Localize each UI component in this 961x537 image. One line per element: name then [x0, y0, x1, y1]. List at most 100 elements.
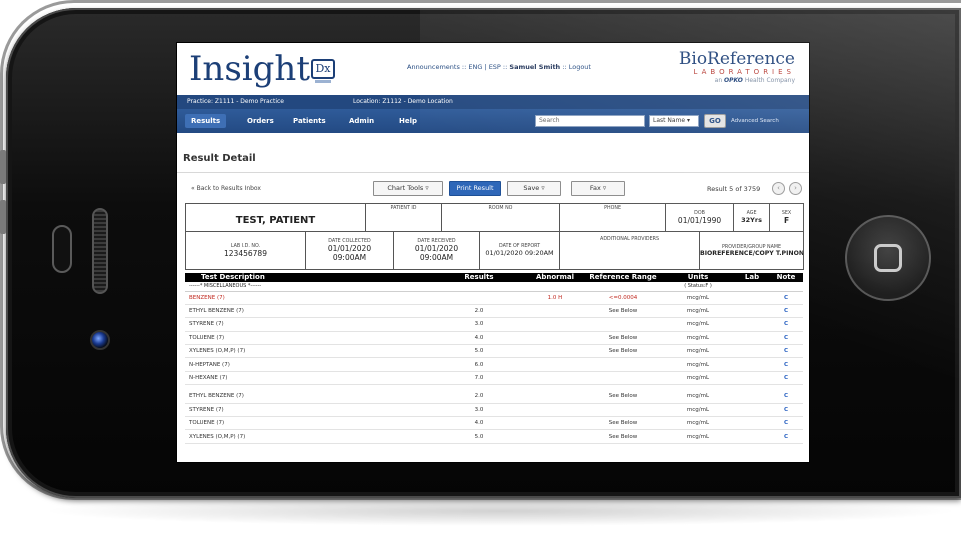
- col-note[interactable]: Note: [769, 273, 803, 282]
- result-row[interactable]: STYRENE (7) 3.0 mcg/mL C: [185, 317, 803, 332]
- test-description: TOLUENE (7): [185, 331, 433, 346]
- section-status: ( Status:F ): [661, 282, 735, 292]
- col-abnormal[interactable]: Abnormal: [525, 273, 585, 282]
- user-name: Samuel Smith: [509, 63, 561, 71]
- additional-providers-label: ADDITIONAL PROVIDERS: [600, 237, 660, 242]
- home-button[interactable]: [845, 215, 931, 301]
- abnormal-flag: 1.0 H: [525, 291, 585, 305]
- result-count: Result 5 of 3759: [707, 185, 761, 193]
- chart-tools-button[interactable]: Chart Tools ▿: [373, 181, 443, 196]
- reference-range: [585, 317, 661, 332]
- col-lab[interactable]: Lab: [735, 273, 769, 282]
- date-received-time: 09:00AM: [419, 253, 454, 262]
- logout-link[interactable]: :: Logout: [562, 63, 591, 71]
- result-row[interactable]: N-HEPTANE (7) 6.0 mcg/mL C: [185, 357, 803, 372]
- brand-sub: LABORATORIES: [693, 68, 795, 76]
- date-received-date: 01/01/2020: [414, 244, 459, 253]
- result-row[interactable]: ETHYL BENZENE (7) 2.0 See Below mcg/mL C: [185, 389, 803, 404]
- print-result-button[interactable]: Print Result: [449, 181, 501, 196]
- age-value: 32Yrs: [741, 216, 762, 224]
- next-result-icon[interactable]: ›: [789, 182, 802, 195]
- nav-results[interactable]: Results: [185, 114, 227, 128]
- brand-tag-suffix: Health Company: [744, 77, 795, 84]
- insight-logo[interactable]: Insight: [189, 49, 310, 89]
- note-link[interactable]: C: [769, 304, 803, 319]
- lab: [735, 389, 769, 404]
- note-link[interactable]: C: [769, 371, 803, 386]
- result-row[interactable]: TOLUENE (7) 4.0 See Below mcg/mL C: [185, 416, 803, 431]
- title-row: Result Detail: [177, 147, 809, 173]
- units: mcg/mL: [661, 371, 735, 386]
- result-row[interactable]: N-HEXANE (7) 7.0 mcg/mL C: [185, 371, 803, 386]
- bioreference-logo: BioReference LABORATORIES an OPKO Health…: [679, 49, 795, 84]
- nav-patients[interactable]: Patients: [293, 114, 326, 128]
- section-label: ------* MISCELLANEOUS *------: [185, 282, 433, 292]
- back-to-inbox-link[interactable]: « Back to Results Inbox: [191, 185, 261, 192]
- section-empty-cell: [585, 282, 661, 292]
- lab: [735, 357, 769, 372]
- reference-range: See Below: [585, 304, 661, 319]
- lab-id-value: 123456789: [224, 248, 267, 258]
- nav-help[interactable]: Help: [399, 114, 417, 128]
- abnormal-flag: [525, 429, 585, 444]
- go-button[interactable]: GO: [704, 114, 726, 128]
- col-test-description[interactable]: Test Description: [185, 273, 433, 282]
- note-link[interactable]: C: [769, 416, 803, 431]
- reference-range: See Below: [585, 429, 661, 444]
- lab: [735, 304, 769, 319]
- col-results[interactable]: Results: [433, 273, 525, 282]
- prev-result-icon[interactable]: ‹: [772, 182, 785, 195]
- result-row[interactable]: BENZENE (7) 1.0 H <=0.0004 mcg/mL C: [185, 291, 803, 305]
- test-description: ETHYL BENZENE (7): [185, 304, 433, 319]
- test-description: N-HEXANE (7): [185, 371, 433, 386]
- note-link[interactable]: C: [769, 344, 803, 359]
- app-screen: Insight Dx Announcements :: ENG | ESP ::…: [176, 42, 810, 463]
- phone-shadow: [40, 496, 961, 526]
- location-value[interactable]: Z1112 - Demo Location: [382, 98, 452, 105]
- result-value: 5.0: [433, 429, 525, 444]
- top-links: Announcements :: ENG | ESP :: Samuel Smi…: [407, 63, 591, 71]
- note-link[interactable]: C: [769, 357, 803, 372]
- search-input[interactable]: Search: [535, 115, 645, 127]
- note-link[interactable]: C: [769, 429, 803, 444]
- abnormal-flag: [525, 371, 585, 386]
- units: mcg/mL: [661, 403, 735, 418]
- col-reference-range[interactable]: Reference Range: [585, 273, 661, 282]
- reference-range: See Below: [585, 344, 661, 359]
- announcements-links[interactable]: Announcements :: ENG | ESP ::: [407, 63, 507, 71]
- result-row[interactable]: STYRENE (7) 3.0 mcg/mL C: [185, 403, 803, 418]
- advanced-search-link[interactable]: Advanced Search: [731, 118, 779, 124]
- search-by-select[interactable]: Last Name ▾: [649, 115, 699, 127]
- brand-name: BioReference: [678, 49, 795, 69]
- result-row[interactable]: XYLENES (O,M,P) (7) 5.0 See Below mcg/mL C: [185, 429, 803, 444]
- result-row[interactable]: ETHYL BENZENE (7) 2.0 See Below mcg/mL C: [185, 304, 803, 319]
- result-value: 6.0: [433, 357, 525, 372]
- nav-orders[interactable]: Orders: [247, 114, 274, 128]
- units: mcg/mL: [661, 429, 735, 444]
- note-link[interactable]: C: [769, 403, 803, 418]
- volume-up-button: [0, 150, 6, 184]
- note-link[interactable]: C: [769, 331, 803, 346]
- test-description: N-HEPTANE (7): [185, 357, 433, 372]
- result-value: 7.0: [433, 371, 525, 386]
- provider-group-cell: PROVIDER/GROUP NAME BIOREFERENCE/COPY T.P…: [699, 231, 805, 270]
- nav-admin[interactable]: Admin: [349, 114, 374, 128]
- practice-value[interactable]: Z1111 - Demo Practice: [215, 98, 284, 105]
- result-row[interactable]: XYLENES (O,M,P) (7) 5.0 See Below mcg/mL C: [185, 344, 803, 359]
- fax-button[interactable]: Fax ▿: [571, 181, 625, 196]
- save-button[interactable]: Save ▿: [507, 181, 561, 196]
- note-link[interactable]: C: [769, 317, 803, 332]
- lab-id-cell: LAB I.D. NO. 123456789: [185, 231, 306, 270]
- units: mcg/mL: [661, 389, 735, 404]
- note-link[interactable]: C: [769, 389, 803, 404]
- note-link[interactable]: C: [769, 291, 803, 305]
- reference-range: [585, 403, 661, 418]
- result-row[interactable]: TOLUENE (7) 4.0 See Below mcg/mL C: [185, 331, 803, 346]
- section-empty-cell: [735, 282, 769, 292]
- col-units[interactable]: Units: [661, 273, 735, 282]
- brand-tagline: an OPKO Health Company: [679, 77, 795, 84]
- practice-bar: Practice: Z1111 - Demo Practice Location…: [177, 95, 809, 109]
- abnormal-flag: [525, 317, 585, 332]
- abnormal-flag: [525, 331, 585, 346]
- test-description: TOLUENE (7): [185, 416, 433, 431]
